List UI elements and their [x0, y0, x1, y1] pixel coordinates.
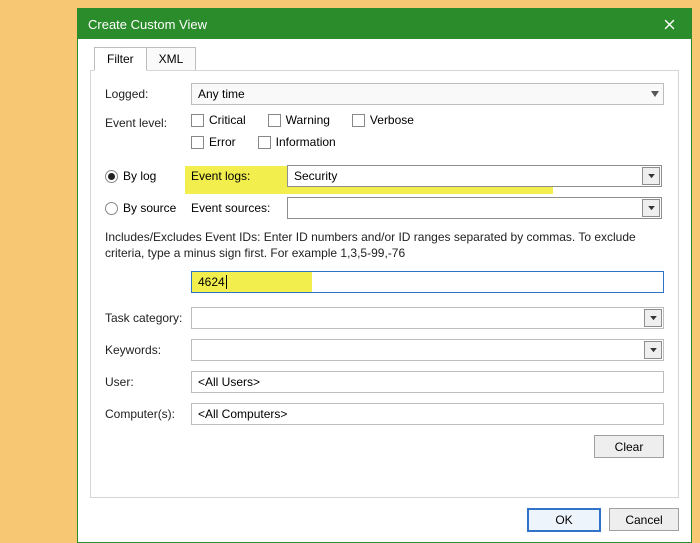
label-logged: Logged: — [105, 87, 191, 101]
user-value: <All Users> — [198, 375, 260, 389]
event-logs-combo[interactable]: Security — [287, 165, 662, 187]
user-input[interactable]: <All Users> — [191, 371, 664, 393]
keywords-combo[interactable] — [191, 339, 664, 361]
chevron-down-icon — [651, 91, 659, 97]
close-icon — [664, 19, 675, 30]
client-area: Filter XML Logged: Any time Event level:… — [78, 39, 691, 542]
tab-xml[interactable]: XML — [146, 47, 197, 71]
computers-value: <All Computers> — [198, 407, 287, 421]
checkbox-critical[interactable]: Critical — [191, 113, 246, 127]
ok-button[interactable]: OK — [527, 508, 601, 532]
window-title: Create Custom View — [88, 17, 647, 32]
instruction-text: Includes/Excludes Event IDs: Enter ID nu… — [105, 229, 664, 261]
logged-dropdown[interactable]: Any time — [191, 83, 664, 105]
checkbox-error[interactable]: Error — [191, 135, 236, 149]
event-logs-value: Security — [294, 169, 337, 183]
label-computers: Computer(s): — [105, 407, 191, 421]
label-event-sources: Event sources: — [191, 201, 287, 215]
titlebar: Create Custom View — [78, 9, 691, 39]
dialog-footer: OK Cancel — [90, 498, 679, 532]
close-button[interactable] — [647, 9, 691, 39]
label-keywords: Keywords: — [105, 343, 191, 357]
chevron-down-icon — [642, 199, 660, 217]
chevron-down-icon — [642, 167, 660, 185]
event-sources-combo[interactable] — [287, 197, 662, 219]
label-event-logs: Event logs: — [191, 169, 287, 183]
radio-by-source[interactable]: By source — [105, 201, 191, 215]
chevron-down-icon — [644, 309, 662, 327]
label-event-level: Event level: — [105, 116, 191, 130]
task-category-combo[interactable] — [191, 307, 664, 329]
logged-value: Any time — [198, 87, 245, 101]
checkbox-information[interactable]: Information — [258, 135, 336, 149]
cancel-button[interactable]: Cancel — [609, 508, 679, 531]
checkbox-verbose[interactable]: Verbose — [352, 113, 414, 127]
label-task-category: Task category: — [105, 311, 191, 325]
event-ids-input[interactable]: 4624 — [191, 271, 664, 293]
filter-panel: Logged: Any time Event level: Critical W… — [90, 70, 679, 498]
text-caret — [226, 275, 227, 289]
computers-input[interactable]: <All Computers> — [191, 403, 664, 425]
radio-by-log[interactable]: By log — [105, 169, 191, 183]
clear-button[interactable]: Clear — [594, 435, 664, 458]
dialog-window: Create Custom View Filter XML Logged: An… — [77, 8, 692, 543]
tab-strip: Filter XML — [90, 47, 679, 71]
chevron-down-icon — [644, 341, 662, 359]
label-user: User: — [105, 375, 191, 389]
event-ids-value: 4624 — [198, 275, 225, 289]
tab-filter[interactable]: Filter — [94, 47, 147, 71]
checkbox-warning[interactable]: Warning — [268, 113, 330, 127]
